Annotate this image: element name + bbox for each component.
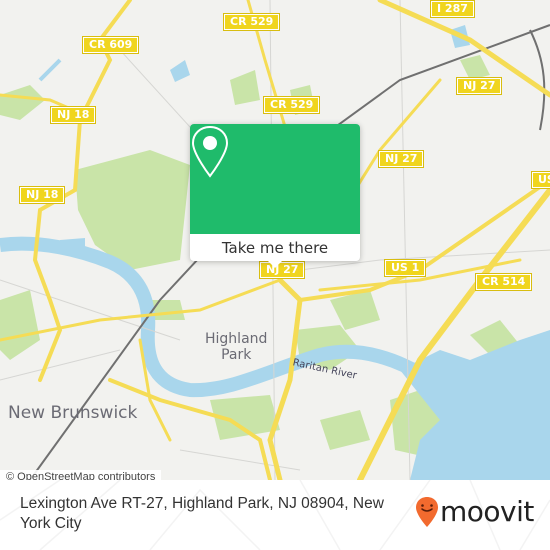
place-label-highland-park: Highland Park <box>205 331 267 363</box>
footer: Lexington Ave RT-27, Highland Park, NJ 0… <box>0 480 550 550</box>
road-shield-cr529: CR 529 <box>262 96 321 114</box>
moovit-logo-text: moovit <box>440 495 534 528</box>
road-shield-nj18: NJ 18 <box>18 186 66 204</box>
road-shield-cr514: CR 514 <box>474 273 533 291</box>
road-shield-us1-east: US 1 <box>530 171 550 189</box>
popup-header[interactable] <box>190 124 360 234</box>
road-shield-cr609: CR 609 <box>81 36 140 54</box>
map-view[interactable]: CR 609 CR 529 CR 529 I 287 NJ 27 NJ 27 N… <box>0 0 550 480</box>
map-attribution[interactable]: © OpenStreetMap contributors <box>0 470 162 480</box>
road-shield-nj27-north: NJ 27 <box>455 77 503 95</box>
road-shield-nj27: NJ 27 <box>377 150 425 168</box>
road-shield-nj18-north: NJ 18 <box>49 106 97 124</box>
road-shield-us1: US 1 <box>383 259 427 277</box>
moovit-pin-icon <box>416 497 438 527</box>
place-label-line: Highland <box>205 331 268 347</box>
place-label-line: Park <box>221 347 252 363</box>
map-pin-icon <box>191 125 229 178</box>
location-address: Lexington Ave RT-27, Highland Park, NJ 0… <box>20 495 384 532</box>
place-label-new-brunswick: New Brunswick <box>8 403 138 423</box>
take-me-there-button[interactable]: Take me there <box>190 234 360 261</box>
road-shield-cr529-north: CR 529 <box>222 13 281 31</box>
road-shield-i287: I 287 <box>430 0 475 18</box>
moovit-logo[interactable]: moovit <box>415 496 534 528</box>
take-me-there-popup[interactable]: Take me there <box>190 124 360 268</box>
popup-pointer <box>267 260 283 268</box>
